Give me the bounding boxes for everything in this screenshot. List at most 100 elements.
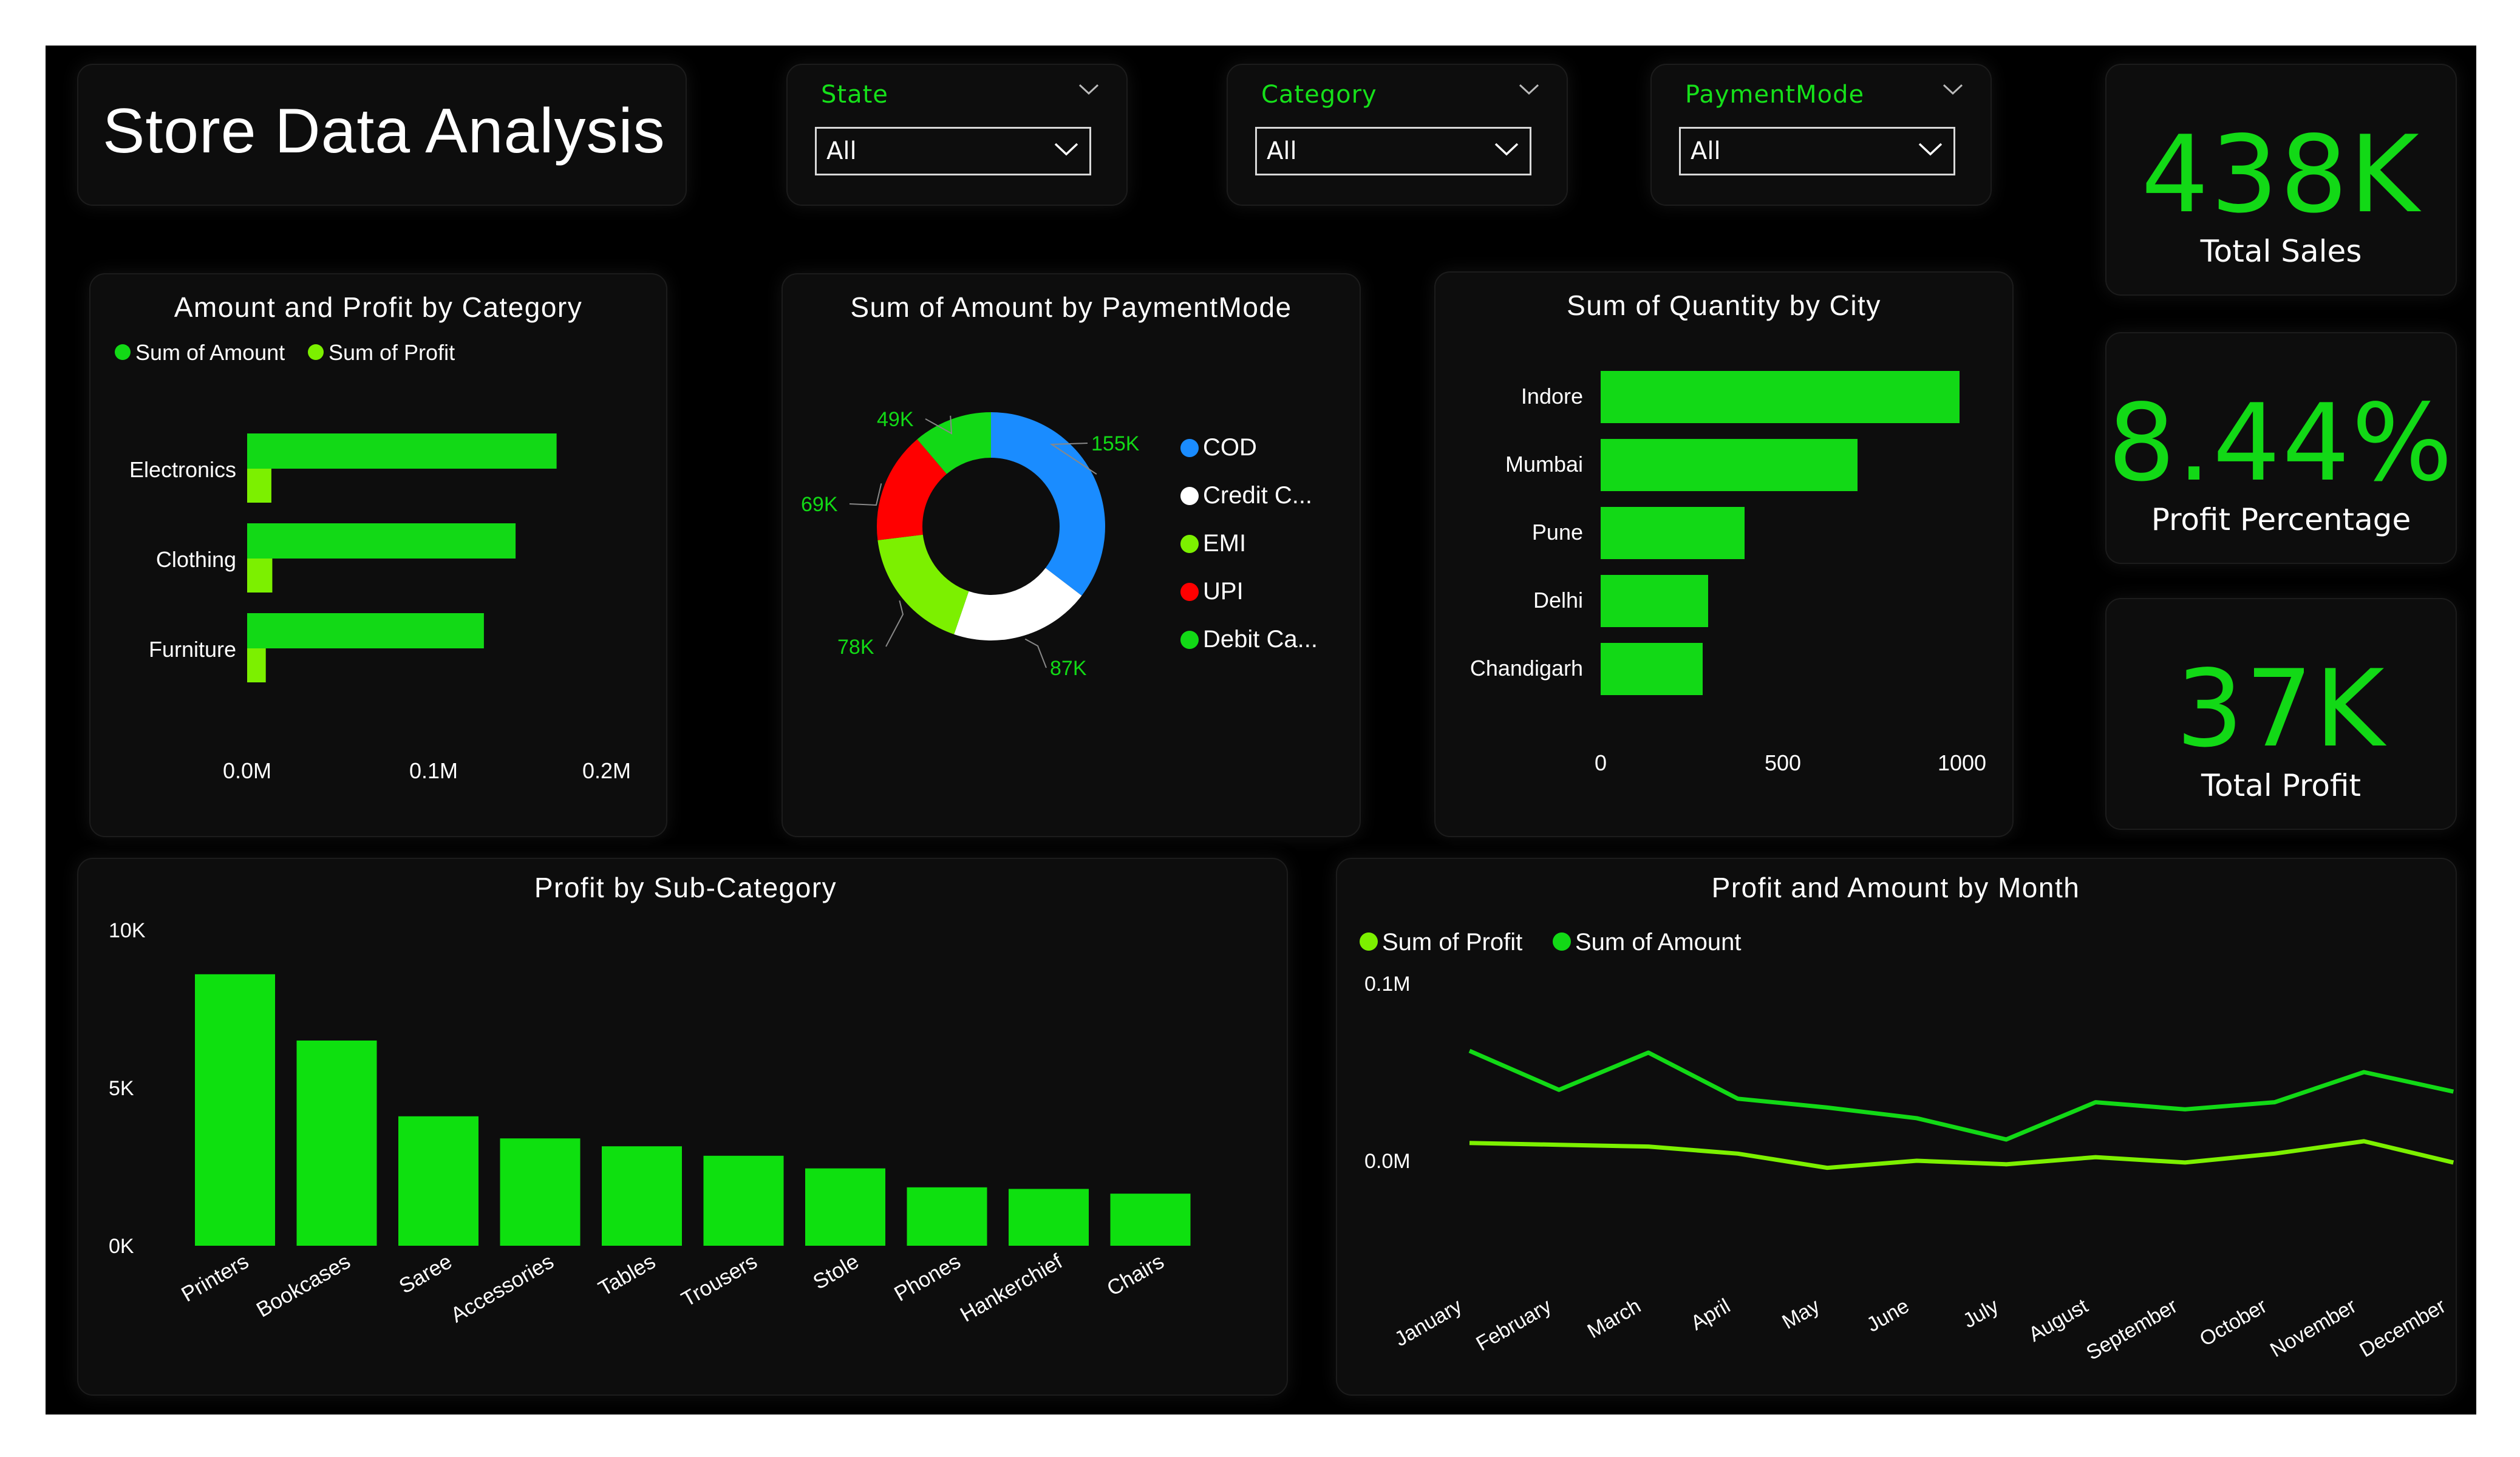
chevron-down-icon[interactable]: [1519, 83, 1539, 95]
category-label: Indore: [1521, 384, 1583, 409]
axis-tick-label: 10K: [109, 919, 146, 942]
category-label: September: [2082, 1294, 2181, 1365]
data-label: 69K: [801, 493, 838, 516]
category-label: November: [2266, 1294, 2360, 1362]
chart-title: Profit by Sub-Category: [534, 872, 837, 903]
chevron-down-icon[interactable]: [1494, 142, 1519, 157]
slicer-paymentmode-label: PaymentMode: [1685, 81, 1865, 109]
category-label: June: [1863, 1294, 1913, 1337]
chart-title: Sum of Quantity by City: [1567, 290, 1881, 321]
legend-marker: [1180, 631, 1199, 649]
axis-tick-label: 0.2M: [582, 758, 631, 783]
series-line: [1468, 1048, 2454, 1142]
axis-tick-label: 1000: [1938, 750, 1986, 775]
data-label: 87K: [1050, 657, 1087, 680]
leader-line: [1024, 638, 1047, 668]
chart-title: Profit and Amount by Month: [1712, 872, 2080, 903]
kpi-label: Total Profit: [2201, 768, 2362, 803]
category-label: Saree: [395, 1249, 456, 1298]
legend-marker: [1180, 439, 1199, 457]
kpi-label: Total Sales: [2200, 234, 2362, 269]
data-label: 49K: [877, 408, 914, 431]
legend-marker: [1180, 535, 1199, 553]
category-label: October: [2196, 1294, 2271, 1351]
bar-amount: [247, 523, 516, 559]
bar: [703, 1155, 784, 1246]
category-chart-card: Amount and Profit by Category Sum of Amou…: [89, 273, 667, 837]
category-label: Chairs: [1103, 1249, 1168, 1300]
donut-slice: [877, 534, 969, 634]
legend-label: Credit C...: [1203, 482, 1312, 509]
category-label: Electronics: [129, 457, 236, 482]
leader-line: [849, 483, 882, 506]
category-label: May: [1779, 1294, 1824, 1334]
slicer-category-label: Category: [1261, 81, 1377, 109]
legend-marker: [115, 344, 131, 360]
category-chart: Amount and Profit by Category Sum of Amou…: [115, 291, 631, 783]
title-card: Store Data Analysis: [77, 64, 687, 206]
slicer-paymentmode-dropdown[interactable]: All: [1679, 127, 1955, 175]
category-label: March: [1584, 1294, 1645, 1343]
slicer-state-dropdown[interactable]: All: [815, 127, 1091, 175]
axis-tick-label: 0.0M: [223, 758, 271, 783]
legend-label: Sum of Profit: [329, 340, 455, 365]
legend-label: Sum of Profit: [1382, 929, 1522, 956]
category-label: Printers: [177, 1249, 253, 1306]
axis-tick-label: 0.1M: [1364, 973, 1411, 996]
legend-label: EMI: [1203, 530, 1246, 557]
category-label: Accessories: [447, 1249, 558, 1327]
city-chart-card: Sum of Quantity by City Indore Mumbai Pune D…: [1434, 271, 2014, 837]
axis-tick-label: 0.0M: [1364, 1150, 1411, 1173]
bar: [1601, 643, 1703, 695]
data-label: 78K: [837, 636, 874, 659]
category-label: Tables: [594, 1249, 659, 1300]
bar-profit: [247, 648, 266, 682]
chevron-down-icon[interactable]: [1078, 83, 1099, 95]
category-label: February: [1472, 1294, 1555, 1356]
bar: [398, 1116, 478, 1246]
bar-amount: [247, 613, 484, 648]
slicer-category[interactable]: Category All: [1227, 64, 1568, 206]
legend-marker: [308, 344, 324, 360]
category-label: August: [2025, 1294, 2092, 1347]
chevron-down-icon[interactable]: [1918, 142, 1943, 157]
chevron-down-icon[interactable]: [1054, 142, 1078, 157]
slicer-state[interactable]: State All: [786, 64, 1128, 206]
kpi-label: Profit Percentage: [2151, 502, 2411, 537]
bar: [195, 974, 275, 1246]
category-label: Mumbai: [1505, 452, 1583, 477]
bar: [500, 1138, 581, 1246]
chart-title: Amount and Profit by Category: [174, 291, 583, 323]
slicer-category-dropdown[interactable]: All: [1255, 127, 1531, 175]
category-label: Trousers: [678, 1249, 761, 1311]
chevron-down-icon[interactable]: [1943, 83, 1963, 95]
legend-marker: [1553, 932, 1571, 951]
bar: [805, 1168, 885, 1246]
payment-chart: Sum of Amount by PaymentMode 155K 87K 78K 69…: [801, 291, 1318, 680]
bar: [602, 1146, 682, 1246]
category-label: Hankerchief: [956, 1249, 1066, 1326]
legend-label: UPI: [1203, 578, 1244, 605]
category-label: Pune: [1532, 520, 1583, 545]
bar: [296, 1041, 377, 1246]
slicer-state-label: State: [821, 81, 888, 109]
axis-tick-label: 500: [1765, 750, 1801, 775]
slicer-paymentmode[interactable]: PaymentMode All: [1650, 64, 1992, 206]
bar: [907, 1187, 987, 1246]
category-label: July: [1959, 1294, 2002, 1333]
legend-label: Sum of Amount: [1575, 929, 1741, 956]
slicer-category-value: All: [1267, 137, 1297, 165]
bar: [1601, 507, 1745, 559]
axis-tick-label: 5K: [109, 1077, 134, 1100]
subcategory-chart-card: Profit by Sub-Category 0K 5K 10K Printers Boo…: [77, 858, 1288, 1396]
dashboard: Store Data Analysis State All Category A…: [46, 46, 2476, 1415]
category-label: Phones: [890, 1249, 964, 1306]
slicer-paymentmode-value: All: [1691, 137, 1721, 165]
legend-label: Debit Ca...: [1203, 626, 1318, 653]
monthly-chart: Profit and Amount by Month Sum of Profit S…: [1360, 872, 2454, 1365]
bar: [1009, 1189, 1089, 1246]
axis-tick-label: 0K: [109, 1235, 134, 1258]
kpi-total-sales: 438K Total Sales: [2105, 64, 2457, 296]
category-label: Bookcases: [253, 1249, 355, 1322]
legend-label: Sum of Amount: [135, 340, 285, 365]
